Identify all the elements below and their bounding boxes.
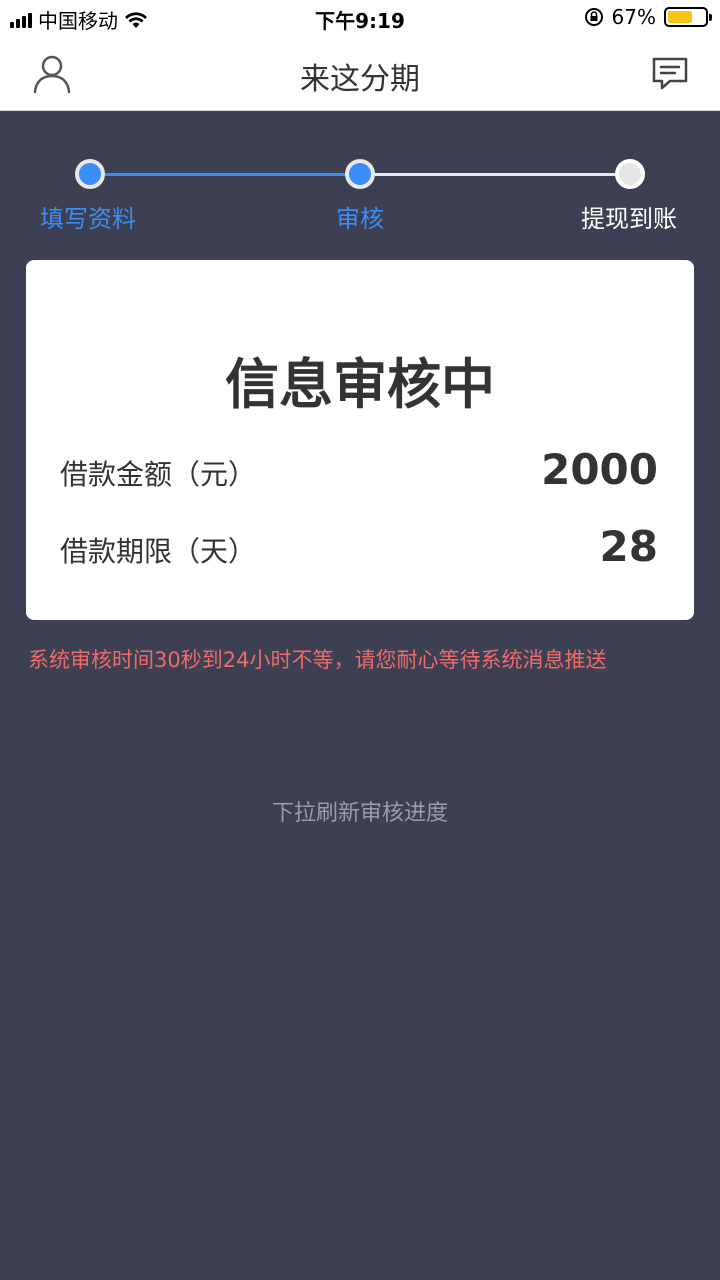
message-icon[interactable] bbox=[650, 54, 690, 94]
loan-term-label: 借款期限（天） bbox=[60, 535, 257, 568]
loan-amount-value: 2000 bbox=[541, 445, 658, 494]
review-card: 信息审核中 借款金额（元） 2000 借款期限（天） 28 bbox=[26, 260, 694, 620]
progress-steps: 填写资料 审核 提现到账 bbox=[0, 111, 720, 251]
step-dot-withdraw bbox=[615, 159, 645, 189]
review-notice: 系统审核时间30秒到24小时不等，请您耐心等待系统消息推送 bbox=[28, 648, 607, 672]
step-line-pending bbox=[360, 173, 630, 176]
step-label-fill-info: 填写资料 bbox=[40, 205, 136, 233]
loan-amount-label: 借款金额（元） bbox=[60, 458, 257, 491]
step-dot-fill-info bbox=[75, 159, 105, 189]
status-bar: 中国移动 下午9:19 67% bbox=[0, 0, 720, 36]
battery-icon bbox=[664, 7, 712, 27]
step-line-done bbox=[90, 173, 360, 176]
review-status-heading: 信息审核中 bbox=[225, 353, 495, 416]
battery-percent: 67% bbox=[611, 5, 656, 29]
nav-bar: 来这分期 bbox=[0, 36, 720, 111]
step-label-review: 审核 bbox=[336, 205, 384, 233]
page-title: 来这分期 bbox=[300, 62, 420, 97]
pull-to-refresh-hint: 下拉刷新审核进度 bbox=[271, 801, 448, 826]
step-label-withdraw: 提现到账 bbox=[581, 205, 677, 233]
rotation-lock-icon bbox=[584, 8, 603, 26]
status-right: 67% bbox=[584, 5, 712, 29]
loan-term-value: 28 bbox=[599, 522, 658, 571]
step-dot-review bbox=[345, 159, 375, 189]
